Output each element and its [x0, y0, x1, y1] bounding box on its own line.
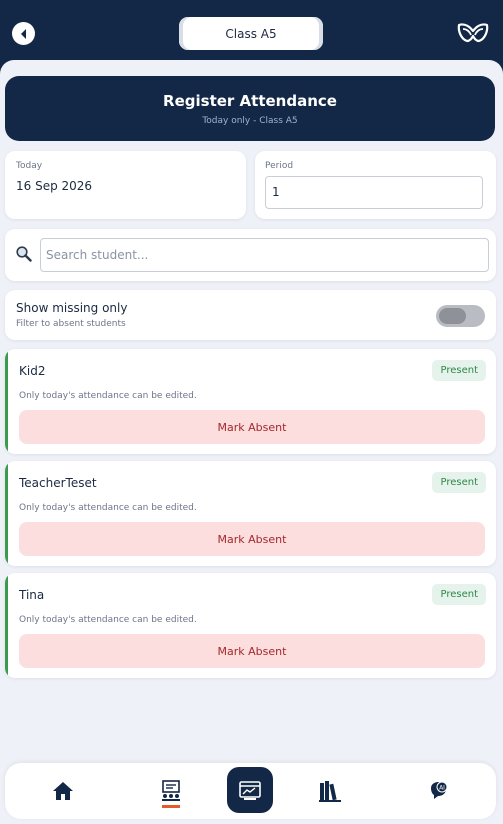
hero-banner: Register Attendance Today only - Class A…	[5, 76, 495, 141]
date-value: 16 Sep 2026	[16, 179, 93, 193]
class-register-icon	[162, 780, 180, 801]
search-card	[5, 229, 496, 281]
filter-subtitle: Filter to absent students	[16, 319, 126, 329]
search-icon	[16, 246, 32, 262]
svg-text:AI: AI	[439, 785, 445, 792]
mark-absent-button[interactable]: Mark Absent	[19, 410, 485, 444]
student-card: Kid2 Present Only today's attendance can…	[5, 349, 496, 454]
home-icon	[53, 782, 73, 800]
mark-absent-button[interactable]: Mark Absent	[19, 522, 485, 556]
page-title: Register Attendance	[163, 91, 337, 110]
mark-absent-button[interactable]: Mark Absent	[19, 634, 485, 668]
status-badge: Present	[432, 472, 486, 493]
library-icon	[319, 781, 341, 802]
app-logo-icon[interactable]	[457, 21, 489, 45]
edit-note: Only today's attendance can be edited.	[19, 503, 197, 513]
class-selector-label: Class A5	[225, 26, 277, 41]
period-card: Period 1	[255, 151, 496, 219]
back-button[interactable]	[12, 22, 35, 45]
filter-title: Show missing only	[16, 301, 128, 315]
class-selector[interactable]: Class A5	[179, 17, 323, 50]
date-card: Today 16 Sep 2026	[5, 151, 246, 219]
bottom-nav: AI	[5, 763, 496, 819]
student-card: TeacherTeset Present Only today's attend…	[5, 461, 496, 566]
page-subtitle: Today only - Class A5	[202, 115, 298, 126]
status-badge: Present	[432, 360, 486, 381]
student-name: Tina	[19, 588, 45, 602]
back-arrow-icon	[20, 28, 26, 39]
student-name: TeacherTeset	[19, 476, 97, 490]
nav-register-indicator	[162, 805, 180, 808]
dashboard-icon	[239, 781, 261, 800]
nav-library[interactable]	[300, 763, 360, 819]
filter-card: Show missing only Filter to absent stude…	[5, 290, 496, 340]
period-input[interactable]: 1	[265, 176, 483, 209]
edit-note: Only today's attendance can be edited.	[19, 391, 197, 401]
toggle-knob	[439, 308, 466, 324]
status-badge: Present	[432, 584, 486, 605]
edit-note: Only today's attendance can be edited.	[19, 615, 197, 625]
show-missing-toggle[interactable]	[436, 305, 485, 327]
main-content: Register Attendance Today only - Class A…	[0, 60, 503, 824]
nav-ai-chat[interactable]: AI	[408, 763, 468, 819]
student-name: Kid2	[19, 364, 46, 378]
student-card: Tina Present Only today's attendance can…	[5, 573, 496, 678]
date-label: Today	[16, 161, 43, 171]
nav-dashboard[interactable]	[227, 767, 273, 813]
search-input[interactable]	[40, 238, 489, 272]
period-label: Period	[265, 161, 294, 171]
ai-chat-icon: AI	[431, 781, 448, 799]
nav-home[interactable]	[33, 763, 93, 819]
nav-register[interactable]	[141, 763, 201, 819]
